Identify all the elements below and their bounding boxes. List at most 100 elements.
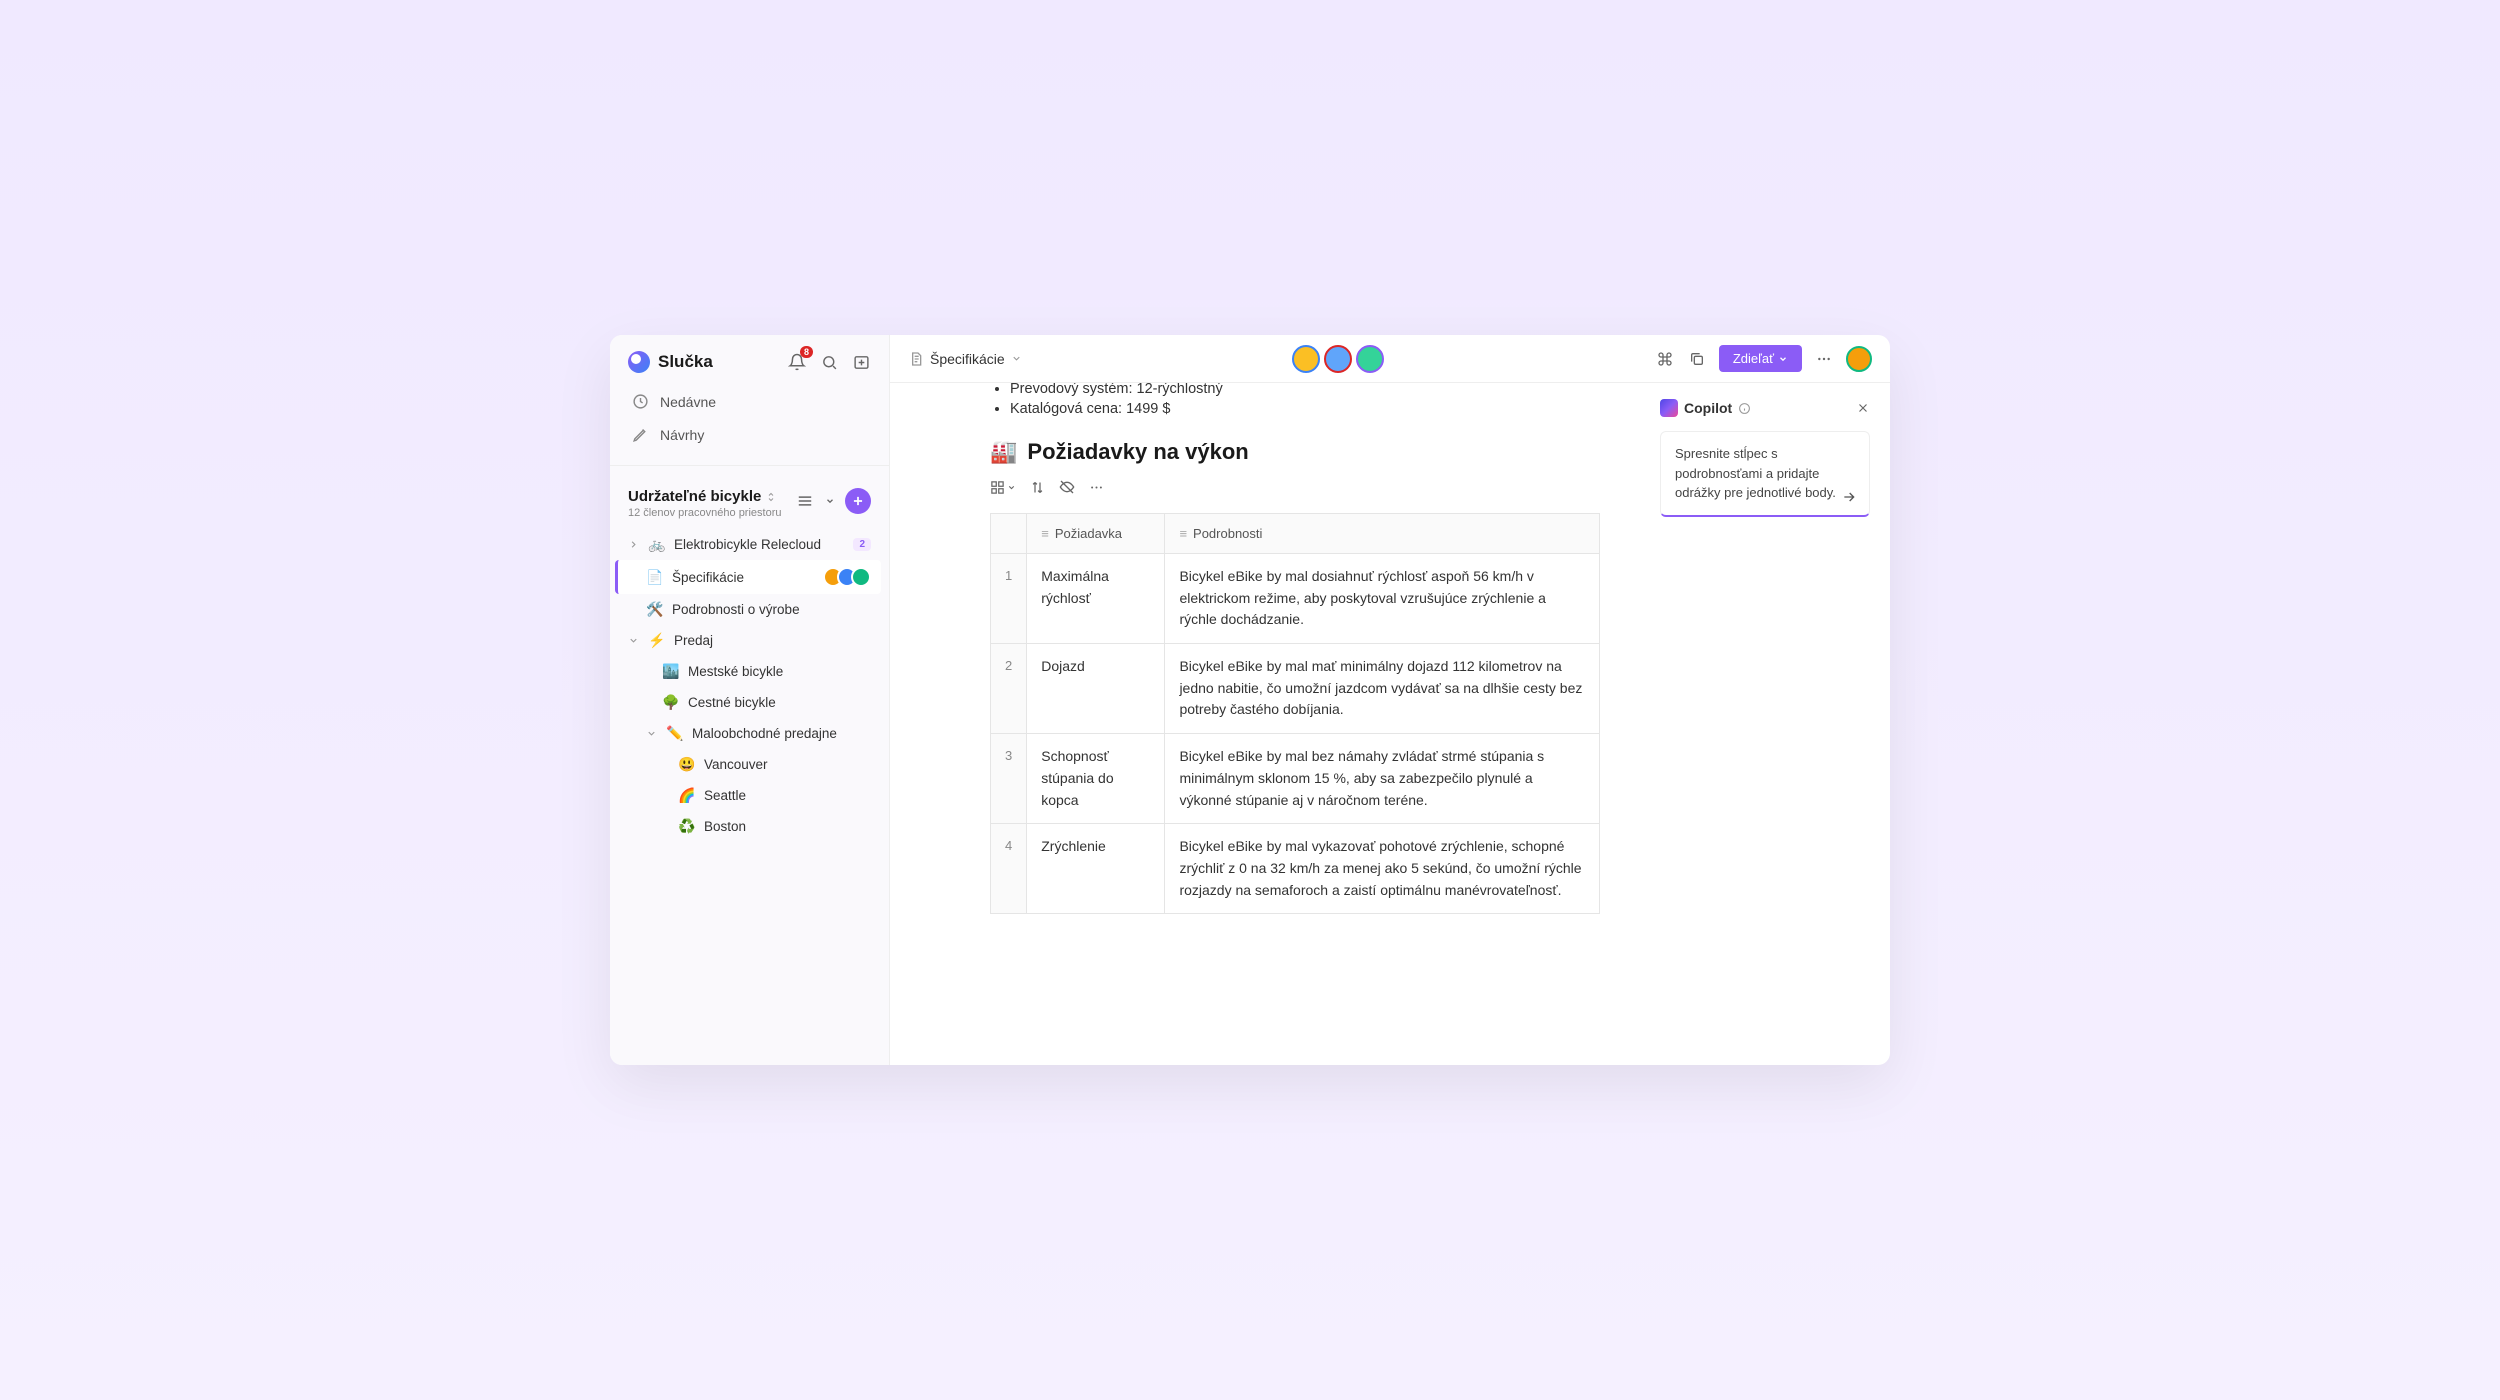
cell-req[interactable]: Zrýchlenie <box>1027 824 1165 914</box>
logo-icon <box>628 351 650 373</box>
chevron-down-icon[interactable] <box>825 496 835 506</box>
search-icon[interactable] <box>819 352 839 372</box>
view-grid-icon[interactable] <box>990 480 1016 495</box>
workspace-header: Udržateľné bicykle 12 členov pracovného … <box>610 476 889 527</box>
nav-recent[interactable]: Nedávne <box>622 385 877 418</box>
tree-mfg-label: Podrobnosti o výrobe <box>672 602 800 617</box>
collaborator-avatars <box>823 567 871 587</box>
workspace-controls <box>795 488 871 514</box>
bullet-list: Prevodový systém: 12-rýchlostný Katalógo… <box>990 383 1600 419</box>
row-number: 2 <box>991 644 1027 734</box>
table-row[interactable]: 1 Maximálna rýchlosť Bicykel eBike by ma… <box>991 554 1600 644</box>
tree-vancouver-label: Vancouver <box>704 757 768 772</box>
tree-root-label: Elektrobicykle Relecloud <box>674 537 821 552</box>
tools-icon: 🛠️ <box>646 601 664 618</box>
doc-icon: 📄 <box>646 569 664 586</box>
sort-icon[interactable] <box>1030 480 1045 495</box>
tree-road[interactable]: 🌳 Cestné bicykle <box>618 687 881 718</box>
table-row[interactable]: 3 Schopnosť stúpania do kopca Bicykel eB… <box>991 734 1600 824</box>
sort-icon <box>765 491 777 503</box>
recycle-icon: ♻️ <box>678 818 696 835</box>
add-button[interactable] <box>845 488 871 514</box>
more-icon[interactable] <box>1089 480 1104 495</box>
list-icon[interactable] <box>795 494 815 508</box>
nav-tree: 🚲 Elektrobicykle Relecloud 2 📄 Špecifiká… <box>610 527 889 1065</box>
workspace-title[interactable]: Udržateľné bicykle <box>628 488 781 505</box>
tree-icon: 🌳 <box>662 694 680 711</box>
cell-detail[interactable]: Bicykel eBike by mal vykazovať pohotové … <box>1165 824 1600 914</box>
nav-drafts[interactable]: Návrhy <box>622 418 877 451</box>
chevron-right-icon <box>628 539 640 550</box>
app-window: Slučka 8 Nedávne <box>610 335 1890 1065</box>
row-number: 1 <box>991 554 1027 644</box>
table-row[interactable]: 2 Dojazd Bicykel eBike by mal mať minimá… <box>991 644 1600 734</box>
sidebar: Slučka 8 Nedávne <box>610 335 890 1065</box>
topbar-right: Zdieľať <box>1655 345 1872 372</box>
pencil-icon <box>632 426 650 443</box>
copy-icon[interactable] <box>1687 349 1707 369</box>
share-button[interactable]: Zdieľať <box>1719 345 1802 372</box>
arrow-right-icon[interactable] <box>1841 489 1857 505</box>
visibility-icon[interactable] <box>1059 479 1075 495</box>
user-avatar[interactable] <box>1846 346 1872 372</box>
tree-vancouver[interactable]: 😃 Vancouver <box>618 749 881 780</box>
copilot-header: Copilot <box>1660 399 1870 417</box>
presence-avatars[interactable] <box>1292 345 1384 373</box>
bullet-item: Prevodový systém: 12-rýchlostný <box>1010 383 1600 399</box>
doc-icon <box>908 351 924 367</box>
app-name: Slučka <box>658 352 713 372</box>
tree-boston[interactable]: ♻️ Boston <box>618 811 881 842</box>
chevron-down-icon <box>628 635 640 646</box>
tree-road-label: Cestné bicykle <box>688 695 776 710</box>
nav-recent-label: Nedávne <box>660 394 716 410</box>
cell-req[interactable]: Maximálna rýchlosť <box>1027 554 1165 644</box>
tree-seattle[interactable]: 🌈 Seattle <box>618 780 881 811</box>
copilot-prompt-card[interactable]: Spresnite stĺpec s podrobnosťami a prida… <box>1660 431 1870 517</box>
tree-seattle-label: Seattle <box>704 788 746 803</box>
tree-boston-label: Boston <box>704 819 746 834</box>
copilot-title: Copilot <box>1660 399 1850 417</box>
app-logo[interactable]: Slučka <box>628 351 713 373</box>
topbar: Špecifikácie Zdieľať <box>890 335 1890 383</box>
tree-retail[interactable]: ✏️ Maloobchodné predajne <box>618 718 881 749</box>
content-area: Prevodový systém: 12-rýchlostný Katalógo… <box>890 383 1890 1065</box>
tree-sales-label: Predaj <box>674 633 713 648</box>
cell-detail[interactable]: Bicykel eBike by mal dosiahnuť rýchlosť … <box>1165 554 1600 644</box>
tree-mfg[interactable]: 🛠️ Podrobnosti o výrobe <box>618 594 881 625</box>
cell-detail[interactable]: Bicykel eBike by mal mať minimálny dojaz… <box>1165 644 1600 734</box>
bolt-icon: ⚡ <box>648 632 666 649</box>
rainbow-icon: 🌈 <box>678 787 696 804</box>
city-icon: 🏙️ <box>662 663 680 680</box>
cell-req[interactable]: Dojazd <box>1027 644 1165 734</box>
panel-icon[interactable] <box>851 352 871 372</box>
cell-req[interactable]: Schopnosť stúpania do kopca <box>1027 734 1165 824</box>
tree-spec[interactable]: 📄 Špecifikácie <box>615 560 881 594</box>
tree-city[interactable]: 🏙️ Mestské bicykle <box>618 656 881 687</box>
topbar-center <box>1034 345 1643 373</box>
requirements-table: ≡Požiadavka ≡Podrobnosti 1 Maximálna rýc… <box>990 513 1600 914</box>
notifications-icon[interactable]: 8 <box>787 352 807 372</box>
col-header-req[interactable]: ≡Požiadavka <box>1027 514 1165 554</box>
tree-spec-label: Špecifikácie <box>672 570 744 585</box>
tree-retail-label: Maloobchodné predajne <box>692 726 837 741</box>
col-header-detail[interactable]: ≡Podrobnosti <box>1165 514 1600 554</box>
chevron-down-icon <box>646 728 658 739</box>
table-toolbar <box>990 479 1600 495</box>
table-row[interactable]: 4 Zrýchlenie Bicykel eBike by mal vykazo… <box>991 824 1600 914</box>
breadcrumb[interactable]: Špecifikácie <box>908 351 1022 367</box>
copilot-logo-icon <box>1660 399 1678 417</box>
clock-icon <box>632 393 650 410</box>
main: Špecifikácie Zdieľať <box>890 335 1890 1065</box>
header-icons: 8 <box>787 352 871 372</box>
close-icon[interactable] <box>1856 401 1870 415</box>
info-icon[interactable] <box>1738 402 1751 415</box>
nav-section: Nedávne Návrhy <box>610 381 889 455</box>
tree-sales[interactable]: ⚡ Predaj <box>618 625 881 656</box>
chevron-down-icon <box>1011 353 1022 364</box>
copilot-panel: Copilot Spresnite stĺpec s podrobnosťami… <box>1640 383 1890 1065</box>
tree-root-relecloud[interactable]: 🚲 Elektrobicykle Relecloud 2 <box>618 529 881 560</box>
tree-city-label: Mestské bicykle <box>688 664 783 679</box>
command-icon[interactable] <box>1655 349 1675 369</box>
more-icon[interactable] <box>1814 349 1834 369</box>
cell-detail[interactable]: Bicykel eBike by mal bez námahy zvládať … <box>1165 734 1600 824</box>
